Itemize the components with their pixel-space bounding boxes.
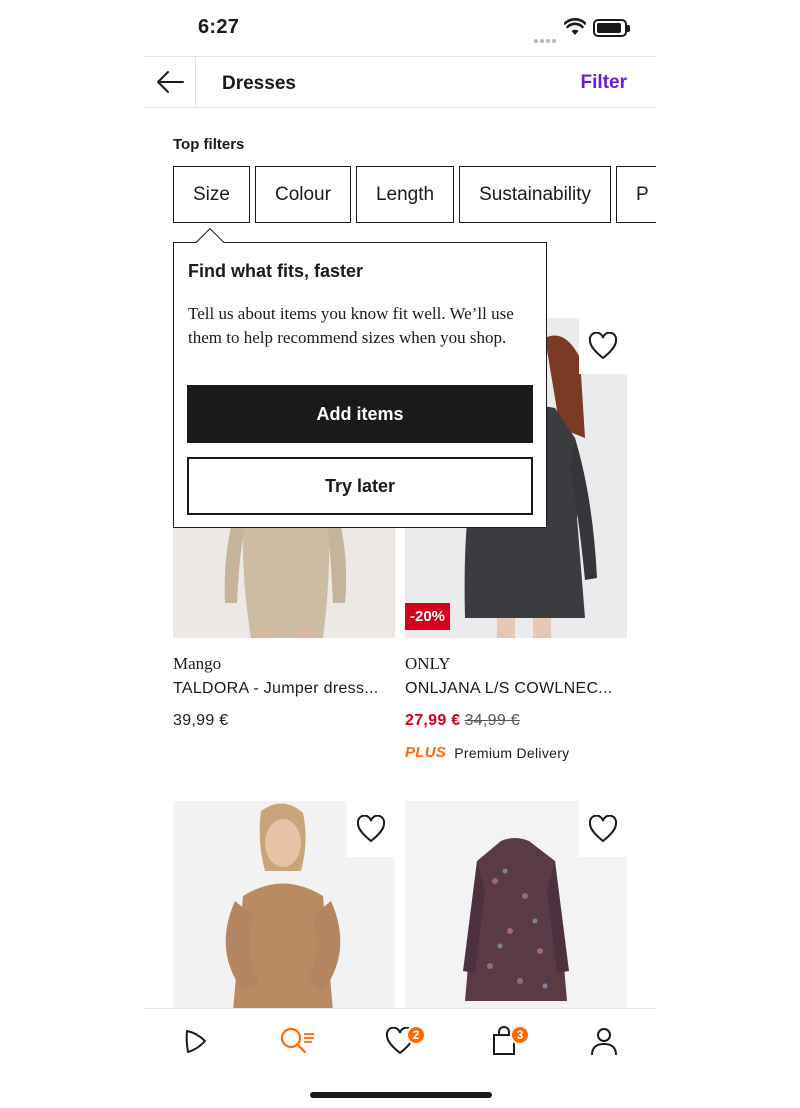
product-name: TALDORA - Jumper dress...: [173, 680, 379, 697]
top-nav: Dresses Filter: [144, 56, 656, 108]
status-bar: 6:27: [144, 0, 656, 56]
tab-profile[interactable]: [584, 1023, 624, 1059]
filter-button[interactable]: Filter: [581, 72, 627, 94]
product-price: 27,99 €34,99 €: [405, 712, 627, 730]
home-indicator: [310, 1092, 492, 1098]
heart-icon: [356, 815, 386, 843]
filter-chip-partial[interactable]: P: [616, 166, 656, 223]
popover-title: Find what fits, faster: [188, 261, 364, 281]
sale-price: 27,99 €: [405, 712, 461, 729]
status-time: 6:27: [198, 16, 240, 38]
product-price: 39,99 €: [173, 712, 229, 729]
filter-chip-colour[interactable]: Colour: [254, 166, 351, 223]
wishlist-button[interactable]: [579, 801, 627, 857]
filter-chip-length[interactable]: Length: [355, 166, 455, 223]
profile-icon: [591, 1028, 617, 1056]
tab-search[interactable]: [276, 1023, 320, 1059]
product-card[interactable]: [173, 801, 395, 1011]
discount-badge: -20%: [405, 603, 451, 630]
battery-icon: [593, 19, 630, 37]
wishlist-count-badge: 2: [406, 1025, 426, 1045]
product-card[interactable]: [405, 801, 627, 1011]
signal-icon: [534, 30, 560, 43]
wishlist-button[interactable]: [347, 801, 395, 857]
heart-icon: [588, 815, 618, 843]
plus-logo: PLUS: [405, 744, 447, 761]
delivery-label: Premium Delivery: [454, 744, 570, 761]
popover-arrow: [195, 227, 225, 257]
home-icon: [185, 1030, 206, 1053]
bag-count-badge: 3: [510, 1025, 530, 1045]
original-price: 34,99 €: [464, 712, 520, 729]
tab-home[interactable]: [174, 1023, 214, 1059]
product-image[interactable]: [405, 801, 627, 1011]
product-name: ONLJANA L/S COWLNEC...: [405, 680, 613, 697]
back-arrow-icon: [156, 71, 184, 93]
page-title: Dresses: [222, 73, 296, 94]
heart-icon: [588, 332, 618, 360]
product-image[interactable]: [173, 801, 395, 1011]
product-brand: ONLY: [405, 654, 451, 673]
filter-chip-sustainability[interactable]: Sustainability: [459, 166, 612, 223]
product-brand: Mango: [173, 654, 222, 673]
back-button[interactable]: [144, 57, 196, 107]
top-filters-label: Top filters: [173, 136, 245, 153]
size-advice-popover: Find what fits, faster Tell us about ite…: [173, 227, 547, 528]
filter-chip-size[interactable]: Size: [173, 166, 250, 223]
plus-delivery: PLUS Premium Delivery: [405, 744, 627, 761]
wifi-icon: [563, 18, 587, 41]
add-items-button[interactable]: Add items: [187, 385, 533, 443]
app-screen: 6:27 Dresses Filter Top filters Size Col…: [144, 0, 656, 1108]
popover-body: Tell us about items you know fit well. W…: [188, 304, 514, 347]
wishlist-button[interactable]: [579, 318, 627, 374]
try-later-button[interactable]: Try later: [187, 457, 533, 515]
tab-wishlist[interactable]: 2: [380, 1023, 426, 1059]
filter-chips: Size Colour Length Sustainability P: [173, 166, 656, 223]
tab-bag[interactable]: 3: [484, 1023, 530, 1059]
search-icon: [280, 1027, 314, 1054]
